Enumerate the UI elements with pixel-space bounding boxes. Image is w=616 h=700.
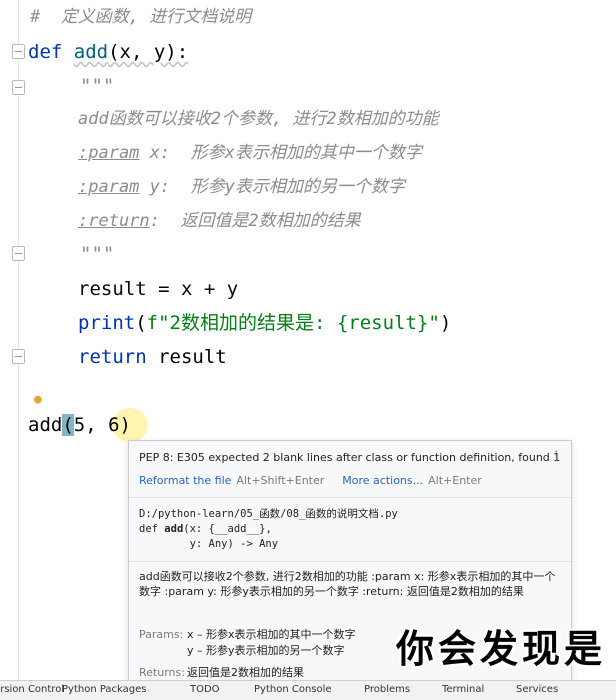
more-options-icon[interactable]: ⋮ [550, 449, 563, 464]
doc-description: add函数可以接收2个参数, 进行2数相加的功能 :param x: 形参x表示… [139, 570, 556, 598]
docstring-param-x: :param x: 形参x表示相加的其中一个数字 [78, 143, 422, 163]
popup-divider [129, 497, 571, 498]
docstring-close: """ [80, 243, 115, 265]
fold-icon[interactable] [12, 349, 25, 364]
docstring-return: :return: 返回值是2数相加的结果 [78, 211, 361, 231]
def-params: (x, y): [108, 41, 189, 63]
pep8-warning: PEP 8: E305 expected 2 blank lines after… [139, 451, 561, 464]
fold-icon[interactable] [12, 44, 25, 59]
video-subtitle: 你会发现是 [396, 627, 607, 671]
doc-params: Params: x – 形参x表示相加的其中一个数字 y – 形参y表示相加的另一… [139, 628, 356, 679]
fold-icon[interactable] [12, 80, 25, 95]
fold-icon[interactable] [12, 246, 25, 261]
lightbulb-icon[interactable]: ● [34, 392, 42, 407]
code-comment: # 定义函数, 进行文档说明 [30, 7, 252, 27]
editor-gutter [18, 0, 19, 680]
popup-divider [129, 561, 571, 562]
more-actions-link[interactable]: More actions... [342, 474, 423, 487]
function-signature: D:/python-learn/05_函数/08_函数的说明文档.py def … [139, 508, 398, 550]
bottom-toolbar: Version Control Python Packages TODO Pyt… [0, 680, 616, 700]
toolwindow-todo[interactable]: TODO [190, 684, 220, 695]
toolwindow-services[interactable]: Services [516, 684, 558, 695]
toolwindow-terminal[interactable]: Terminal [442, 684, 484, 695]
code-print-line: print(f"2数相加的结果是: {result}") [78, 312, 452, 334]
def-keyword: def [28, 41, 74, 63]
file-path: D:/python-learn/05_函数/08_函数的说明文档.py [139, 508, 398, 520]
reformat-file-link[interactable]: Reformat the file [139, 474, 231, 487]
returns-label: Returns: [139, 666, 185, 679]
docstring-open: """ [80, 75, 115, 97]
docstring-param-y: :param y: 形参y表示相加的另一个数字 [78, 177, 405, 197]
docstring-line: add函数可以接收2个参数, 进行2数相加的功能 [78, 109, 439, 129]
code-return-line: return result [78, 346, 227, 368]
toolwindow-python-packages[interactable]: Python Packages [62, 684, 147, 695]
code-result-line: result = x + y [78, 278, 239, 300]
code-call-line[interactable]: add(5, 6) [28, 413, 131, 437]
toolwindow-problems[interactable]: Problems [364, 684, 410, 695]
toolwindow-python-console[interactable]: Python Console [254, 684, 332, 695]
reformat-shortcut: Alt+Shift+Enter [236, 474, 325, 487]
toolwindow-version-control[interactable]: Version Control [0, 684, 64, 695]
popup-actions: Reformat the file Alt+Shift+Enter More act… [139, 474, 500, 487]
more-actions-shortcut: Alt+Enter [428, 474, 482, 487]
function-name[interactable]: add [74, 41, 108, 63]
params-label: Params: [139, 628, 184, 641]
code-def-line: def add(x, y): [28, 40, 188, 64]
